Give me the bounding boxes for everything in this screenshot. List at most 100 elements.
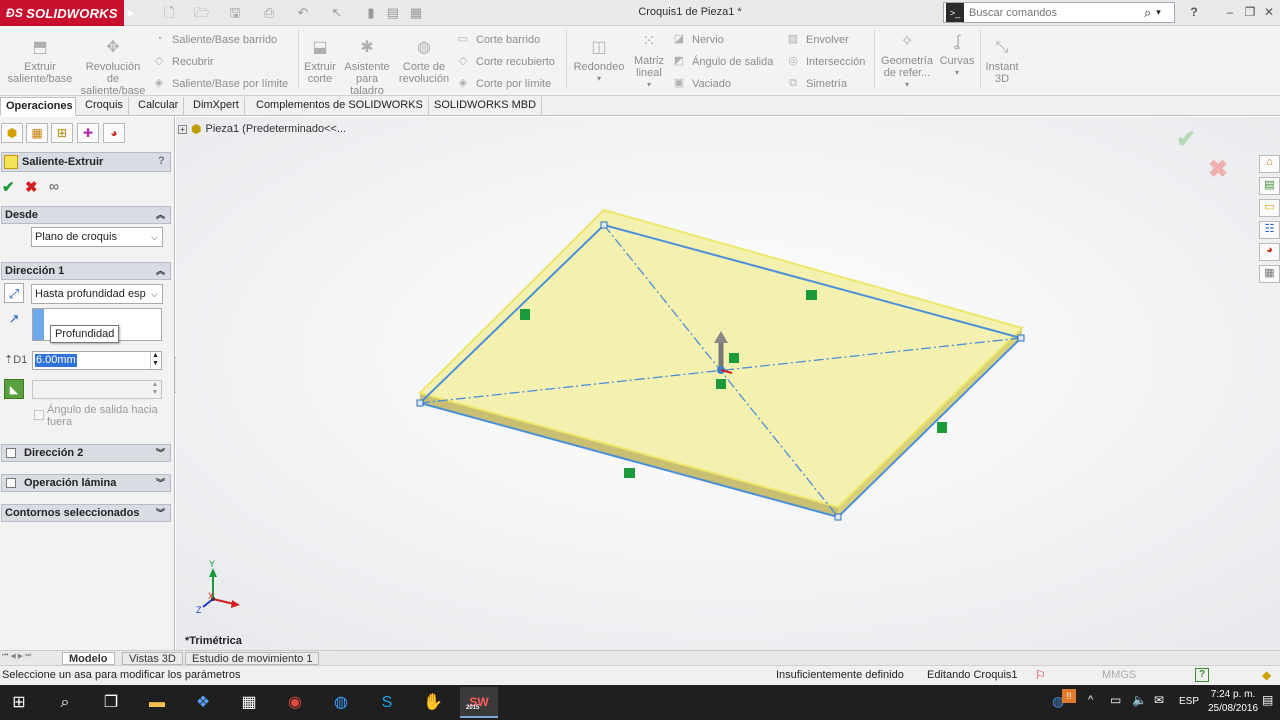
tab-mbd[interactable]: SOLIDWORKS MBD [429,97,543,116]
zoom-to-fit-icon[interactable]: ⊕ [572,117,582,121]
configuration-manager-tab-icon[interactable]: ⊞ [51,123,73,143]
search-input[interactable] [964,6,1144,19]
wrap-button[interactable]: ▧ Envolver [786,33,849,46]
units-status[interactable]: MMGS [1102,669,1136,681]
flyout-tree-item[interactable]: + ⬢ Pieza1 (Predeterminado<<... [178,122,346,136]
quick-tips-icon[interactable]: ? [1195,668,1209,682]
lofted-cut-button[interactable]: ◇ Corte recubierto [456,55,555,68]
sketch-point[interactable] [416,399,424,407]
reference-geometry-button[interactable]: ✧ Geometría de refer... ▾ [878,32,936,91]
display-manager-tab-icon[interactable]: ◕ [103,123,125,143]
boundary-cut-button[interactable]: ◈ Corte por límite [456,77,551,90]
tab-dimxpert[interactable]: DimXpert [188,97,245,116]
draft-angle-icon[interactable]: ◣ [4,379,24,399]
windows-start-icon[interactable]: ⊞ [0,687,38,718]
shell-button[interactable]: ▣ Vaciado [672,77,731,90]
restore-icon[interactable]: ❐ [1242,4,1258,20]
scene-icon[interactable]: ▲ [717,117,729,121]
cancel-x-icon[interactable]: ✖ [1208,155,1228,184]
instant3d-button[interactable]: ⤡ Instant 3D [982,38,1022,85]
network-icon[interactable]: ▭ [1110,693,1121,707]
chevron-down-icon[interactable]: ▾ [570,73,628,85]
draft-outward-checkbox[interactable] [34,410,44,420]
input-language[interactable]: ESP [1179,696,1199,707]
swept-boss-button[interactable]: ◔ Saliente/Base barrido [152,33,278,46]
message-icon[interactable]: ✉ [1154,693,1164,707]
open-document-icon[interactable]: 🗁 [193,4,211,22]
edit-appearance-icon[interactable]: ● [703,117,710,121]
close-icon[interactable]: ✕ [1261,4,1277,20]
solidworks-taskbar-icon[interactable]: SW 2015 [460,687,498,718]
dynamic-annotation-icon[interactable]: ⬚ [638,117,649,121]
draft-button[interactable]: ◩ Ángulo de salida [672,55,774,68]
help-icon[interactable]: ? [158,155,165,167]
action-center-icon[interactable]: ▤ [1262,693,1273,707]
screen-recorder-icon[interactable]: ◍ [322,687,360,718]
swept-cut-button[interactable]: ▭ Corte barrido [456,33,540,46]
fillet-button[interactable]: ◫ Redondeo ▾ [570,38,628,85]
linear-pattern-button[interactable]: ⁙ Matriz lineal ▾ [630,32,668,91]
chevron-down-icon[interactable]: ▾ [938,67,976,79]
intersect-button[interactable]: ◎ Intersección [786,55,865,68]
sketch-point[interactable] [600,221,608,229]
tab-calcular[interactable]: Calcular [133,97,185,116]
curves-button[interactable]: ʆ Curvas ▾ [938,32,976,79]
minimize-icon[interactable]: – [1222,4,1238,20]
first-tab-icon[interactable]: ⏮ [2,652,8,660]
chevron-down-icon[interactable]: ▾ [630,79,668,91]
volume-icon[interactable]: 🔈 [1132,693,1147,707]
rebuild-icon[interactable]: ▮ [362,4,380,22]
alert-badge-icon[interactable]: !! [1062,689,1076,703]
rebuild-status-icon[interactable]: ⚐ [1035,668,1046,682]
search-icon[interactable]: ⌕ [46,687,84,718]
new-document-icon[interactable]: 🗋 [160,4,178,22]
loft-button[interactable]: ◇ Recubrir [152,55,214,68]
tab-operaciones[interactable]: Operaciones [0,97,76,116]
sketch-point[interactable] [834,513,842,521]
hide-show-icon[interactable]: ◉ [687,117,697,121]
confirm-check-icon[interactable]: ✔ [1176,125,1196,154]
save-icon[interactable]: 🖫 [226,4,244,22]
revolve-boss-button[interactable]: ✥ Revolución de saliente/base [78,38,148,97]
app-icon[interactable]: ✋ [414,687,452,718]
previous-view-icon[interactable]: ↩ [604,117,614,121]
feature-tree-tab-icon[interactable]: ⬢ [1,123,23,143]
extrude-cut-button[interactable]: ⬓ Extruir corte [300,38,340,85]
file-properties-icon[interactable]: ▤ [384,4,402,22]
cancel-x-icon[interactable]: ✖ [25,178,38,196]
dimxpert-tab-icon[interactable]: ✚ [77,123,99,143]
last-tab-icon[interactable]: ⏭ [25,652,31,660]
custom-properties-icon[interactable]: ▦ [1259,265,1280,283]
direction2-checkbox[interactable] [6,448,16,458]
tag-icon[interactable]: ◆ [1262,668,1271,682]
next-tab-icon[interactable]: ▶ [18,652,23,660]
view-palette-icon[interactable]: ☷ [1259,221,1280,239]
mirror-button[interactable]: ⧉ Simetría [786,77,847,90]
property-manager-tab-icon[interactable]: ▦ [26,123,48,143]
store-icon[interactable]: ▦ [230,687,268,718]
solidworks-logo[interactable]: ƉS SOLIDWORKS ▶ [0,0,135,26]
section-direccion1[interactable]: Dirección 1 ︽ [1,262,171,280]
clock[interactable]: 7:24 p. m. 25/08/2016 [1208,688,1258,716]
ok-check-icon[interactable]: ✔ [2,178,15,196]
section-contornos[interactable]: Contornos seleccionados ︾ [1,504,171,522]
file-explorer-icon[interactable]: ▬ [138,687,176,718]
select-arrow-icon[interactable]: ↖ [328,4,346,22]
appearances-icon[interactable]: ◕ [1259,243,1280,261]
from-dropdown[interactable]: Plano de croquis ⌵ [31,227,163,247]
print-icon[interactable]: ⎙ [260,4,278,22]
view-settings-icon[interactable]: ▣ [735,117,746,121]
thin-feature-checkbox[interactable] [6,478,16,488]
revolve-cut-button[interactable]: ◍ Corte de revolución [398,38,450,85]
tab-modelo[interactable]: Modelo [62,652,115,665]
reverse-direction-icon[interactable]: ⤢ [4,283,24,303]
zoom-area-icon[interactable]: ⊙ [588,117,598,121]
section-view-icon[interactable]: ◧ [620,117,631,121]
hole-wizard-button[interactable]: ✱ Asistente para taladro [342,38,392,97]
extrude-boss-button[interactable]: ⬒ Extruir saliente/base [4,38,76,85]
tab-complementos[interactable]: Complementos de SOLIDWORKS [251,97,429,116]
chevron-down-icon[interactable]: ▾ [1156,7,1161,18]
tab-croquis[interactable]: Croquis [80,97,129,116]
library-icon[interactable]: ▤ [1259,177,1280,195]
folder-icon[interactable]: ▭ [1259,199,1280,217]
